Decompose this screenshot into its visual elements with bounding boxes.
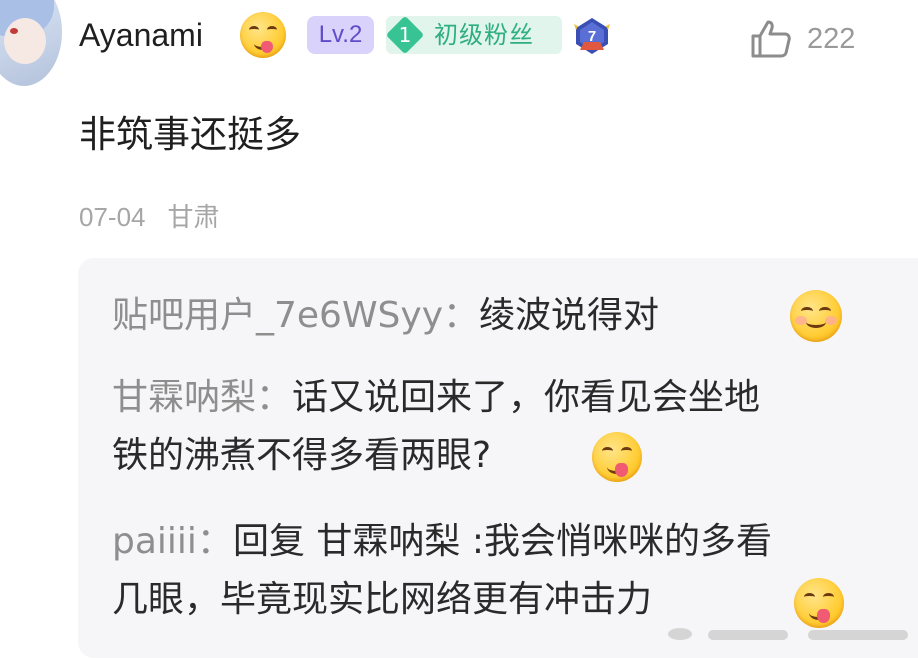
reply-author[interactable]: paiiii bbox=[112, 521, 197, 562]
medal-number: 7 bbox=[588, 28, 596, 45]
reply-text: 回复 甘霖呐梨 :我会悄咪咪的多看 bbox=[232, 521, 772, 562]
fan-badge[interactable]: 1 初级粉丝 bbox=[385, 15, 562, 55]
reply-author[interactable]: 甘霖呐梨 bbox=[112, 377, 256, 418]
tongue-out-emoji-icon bbox=[794, 578, 844, 628]
shy-smile-emoji-icon bbox=[790, 290, 842, 342]
reply-author[interactable]: 贴吧用户_7e6WSyy bbox=[112, 295, 443, 336]
comment-meta: 07-04 甘肃 bbox=[79, 198, 220, 236]
medal-badge-icon: 7 bbox=[574, 18, 610, 54]
reply-item[interactable]: 甘霖呐梨：话又说回来了，你看见会坐地 bbox=[112, 374, 760, 422]
level-badge: Lv.2 bbox=[307, 16, 374, 54]
reply-item[interactable]: paiiii：回复 甘霖呐梨 :我会悄咪咪的多看 bbox=[112, 518, 772, 566]
reply-item[interactable]: 贴吧用户_7e6WSyy：绫波说得对 bbox=[112, 292, 659, 340]
tongue-out-emoji-icon bbox=[240, 12, 286, 58]
like-count: 222 bbox=[807, 23, 856, 55]
comment-location: 甘肃 bbox=[167, 202, 220, 232]
thumbs-up-icon[interactable] bbox=[749, 18, 793, 60]
username[interactable]: Ayanami bbox=[79, 13, 203, 57]
reply-text-continued: 几眼，毕竟现实比网络更有冲击力 bbox=[112, 579, 653, 620]
reply-text: 绫波说得对 bbox=[479, 295, 660, 336]
reply-text-continued: 铁的沸煮不得多看两眼? bbox=[112, 435, 492, 476]
comment-text: 非筑事还挺多 bbox=[79, 113, 301, 156]
comment-date: 07-04 bbox=[79, 202, 146, 232]
reply-text: 话又说回来了，你看见会坐地 bbox=[292, 377, 761, 418]
fan-level-number: 1 bbox=[398, 23, 412, 47]
cut-off-footer bbox=[668, 628, 918, 640]
tongue-out-emoji-icon bbox=[592, 432, 642, 482]
user-avatar[interactable] bbox=[0, 0, 62, 86]
fan-badge-label: 初级粉丝 bbox=[434, 21, 534, 49]
